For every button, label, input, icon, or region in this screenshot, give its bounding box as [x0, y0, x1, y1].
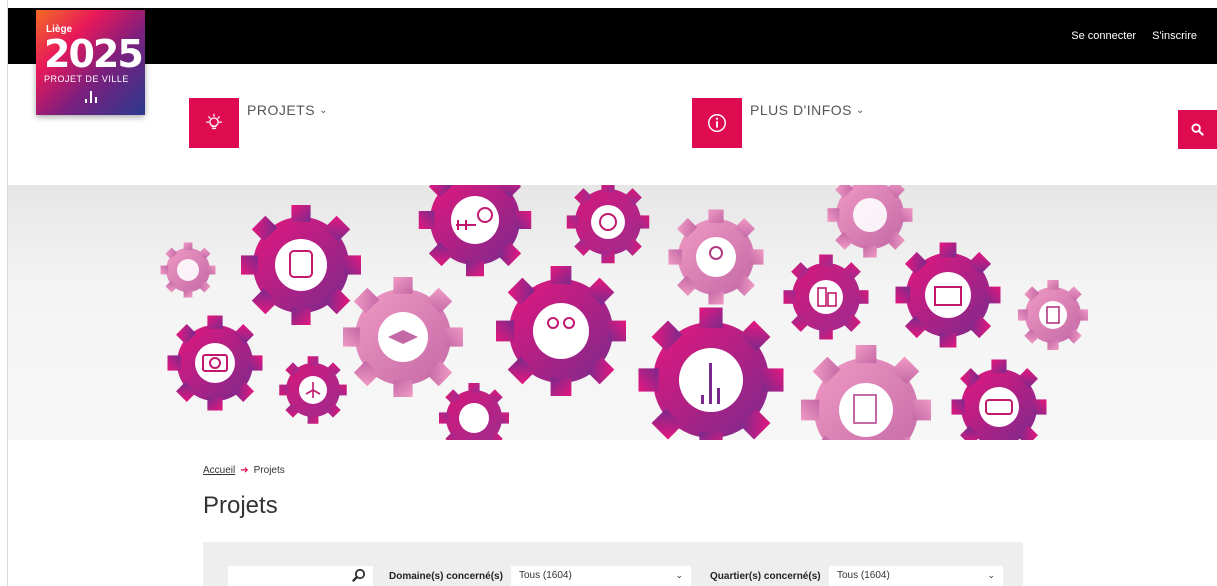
domain-filter-value: Tous (1604) [519, 570, 572, 581]
domain-filter-label: Domaine(s) concerné(s) [389, 571, 503, 582]
breadcrumb-current: Projets [253, 465, 285, 476]
logo-year: 2025 [44, 32, 144, 76]
top-bar: Se connecter S'inscrire [8, 8, 1217, 64]
breadcrumb-home-link[interactable]: Accueil [203, 465, 235, 476]
register-link[interactable]: S'inscrire [1152, 30, 1197, 42]
more-info-nav-menu[interactable]: PLUS D'INFOS ⌄ [750, 102, 865, 118]
window-frame [0, 0, 8, 586]
domain-filter-select[interactable]: Tous (1604) ⌄ [511, 566, 691, 586]
arrow-right-icon: ➜ [240, 465, 249, 476]
quarter-filter-select[interactable]: Tous (1604) ⌄ [829, 566, 1003, 586]
more-info-nav-button[interactable] [692, 98, 742, 148]
logo-bars-icon [85, 91, 97, 103]
breadcrumb: Accueil ➜ Projets [203, 465, 285, 476]
site-logo[interactable]: Liège 2025 PROJET DE VILLE [36, 10, 145, 115]
page-title: Projets [203, 492, 278, 519]
projects-nav-menu[interactable]: PROJETS ⌄ [247, 102, 328, 118]
magnifier-icon[interactable] [352, 568, 366, 582]
more-info-nav-label: PLUS D'INFOS [750, 102, 853, 118]
filter-panel: Domaine(s) concerné(s) Tous (1604) ⌄ Qua… [203, 542, 1023, 586]
chevron-down-icon: ⌄ [856, 105, 865, 116]
chevron-down-icon: ⌄ [675, 570, 683, 580]
login-link[interactable]: Se connecter [1071, 30, 1136, 42]
quarter-filter-label: Quartier(s) concerné(s) [710, 571, 821, 582]
lightbulb-icon [206, 113, 222, 130]
search-button[interactable] [1178, 110, 1217, 149]
gears-illustration [160, 185, 1088, 440]
projects-nav-label: PROJETS [247, 102, 316, 118]
account-links: Se connecter S'inscrire [1071, 30, 1197, 42]
hero-banner [8, 185, 1217, 440]
chevron-down-icon: ⌄ [987, 570, 995, 580]
projects-nav-button[interactable] [189, 98, 239, 148]
search-icon [1191, 123, 1204, 136]
logo-subtitle: PROJET DE VILLE [44, 74, 129, 84]
chevron-down-icon: ⌄ [319, 105, 328, 116]
info-icon [708, 114, 726, 132]
quarter-filter-value: Tous (1604) [837, 570, 890, 581]
